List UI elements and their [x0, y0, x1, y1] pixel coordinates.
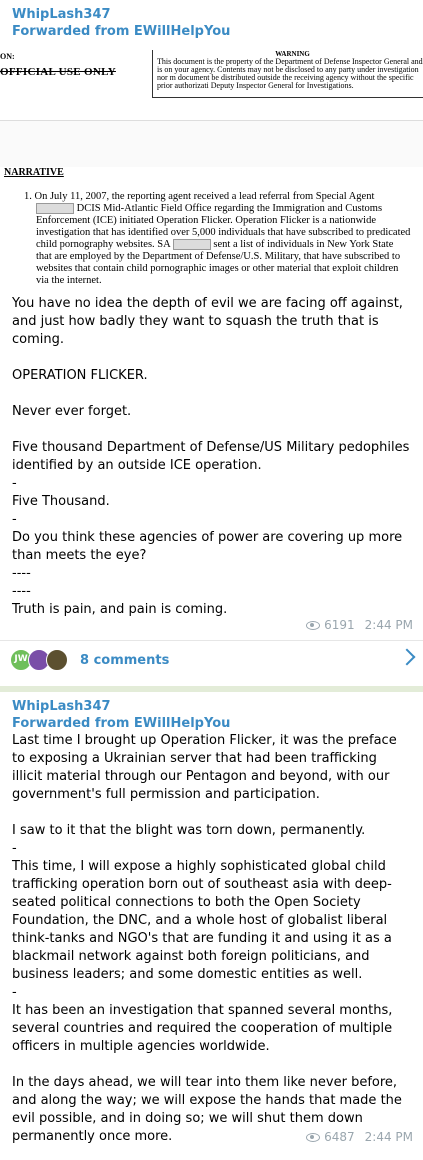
message-time: 2:44 PM	[364, 618, 413, 632]
document-image-header[interactable]: ON: OFFICIAL USE ONLY WARNING This docum…	[0, 44, 423, 121]
forwarded-from[interactable]: Forwarded from EWillHelpYou	[0, 23, 423, 40]
doc-fragment: ON:	[0, 52, 15, 61]
redaction-box	[36, 203, 74, 215]
sender-name[interactable]: WhipLash347	[0, 692, 423, 715]
forwarded-from[interactable]: Forwarded from EWillHelpYou	[0, 715, 423, 732]
message-meta: 6191 2:44 PM	[306, 618, 413, 632]
message-text: Last time I brought up Operation Flicker…	[12, 733, 402, 1144]
views-count: 6191	[324, 618, 355, 632]
doc-warning-text: This document is the property of the Dep…	[157, 57, 423, 90]
forwarded-prefix: Forwarded from	[12, 716, 134, 731]
sender-name[interactable]: WhipLash347	[0, 0, 423, 23]
doc-narrative-heading: NARRATIVE	[4, 167, 64, 178]
message-meta: 6487 2:44 PM	[306, 1130, 413, 1144]
views-count: 6487	[324, 1130, 355, 1144]
doc-warning-box: WARNING This document is the property of…	[152, 50, 423, 98]
views-eye-icon	[306, 620, 321, 630]
comments-count-link[interactable]: 8 comments	[80, 653, 169, 668]
doc-paragraph: 1. On July 11, 2007, the reporting agent…	[4, 191, 411, 287]
document-gap	[0, 121, 423, 167]
views-eye-icon	[306, 1132, 321, 1142]
forwarded-source[interactable]: EWillHelpYou	[134, 24, 230, 39]
doc-para-a: 1. On July 11, 2007, the reporting agent…	[24, 191, 375, 202]
forwarded-prefix: Forwarded from	[12, 24, 134, 39]
chevron-right-icon[interactable]	[398, 648, 416, 666]
redaction-box	[172, 239, 211, 251]
message-bubble[interactable]: WhipLash347 Forwarded from EWillHelpYou …	[0, 686, 423, 1160]
message-bubble[interactable]: WhipLash347 Forwarded from EWillHelpYou …	[0, 0, 423, 686]
document-image-body[interactable]: NARRATIVE 1. On July 11, 2007, the repor…	[0, 167, 423, 287]
message-text: You have no idea the depth of evil we ar…	[12, 296, 410, 617]
comments-bar[interactable]: JW 8 comments	[0, 640, 423, 680]
forwarded-source[interactable]: EWillHelpYou	[134, 716, 230, 731]
avatar	[46, 649, 68, 671]
doc-ouo-label: OFFICIAL USE ONLY	[0, 66, 116, 78]
message-time: 2:44 PM	[364, 1130, 413, 1144]
